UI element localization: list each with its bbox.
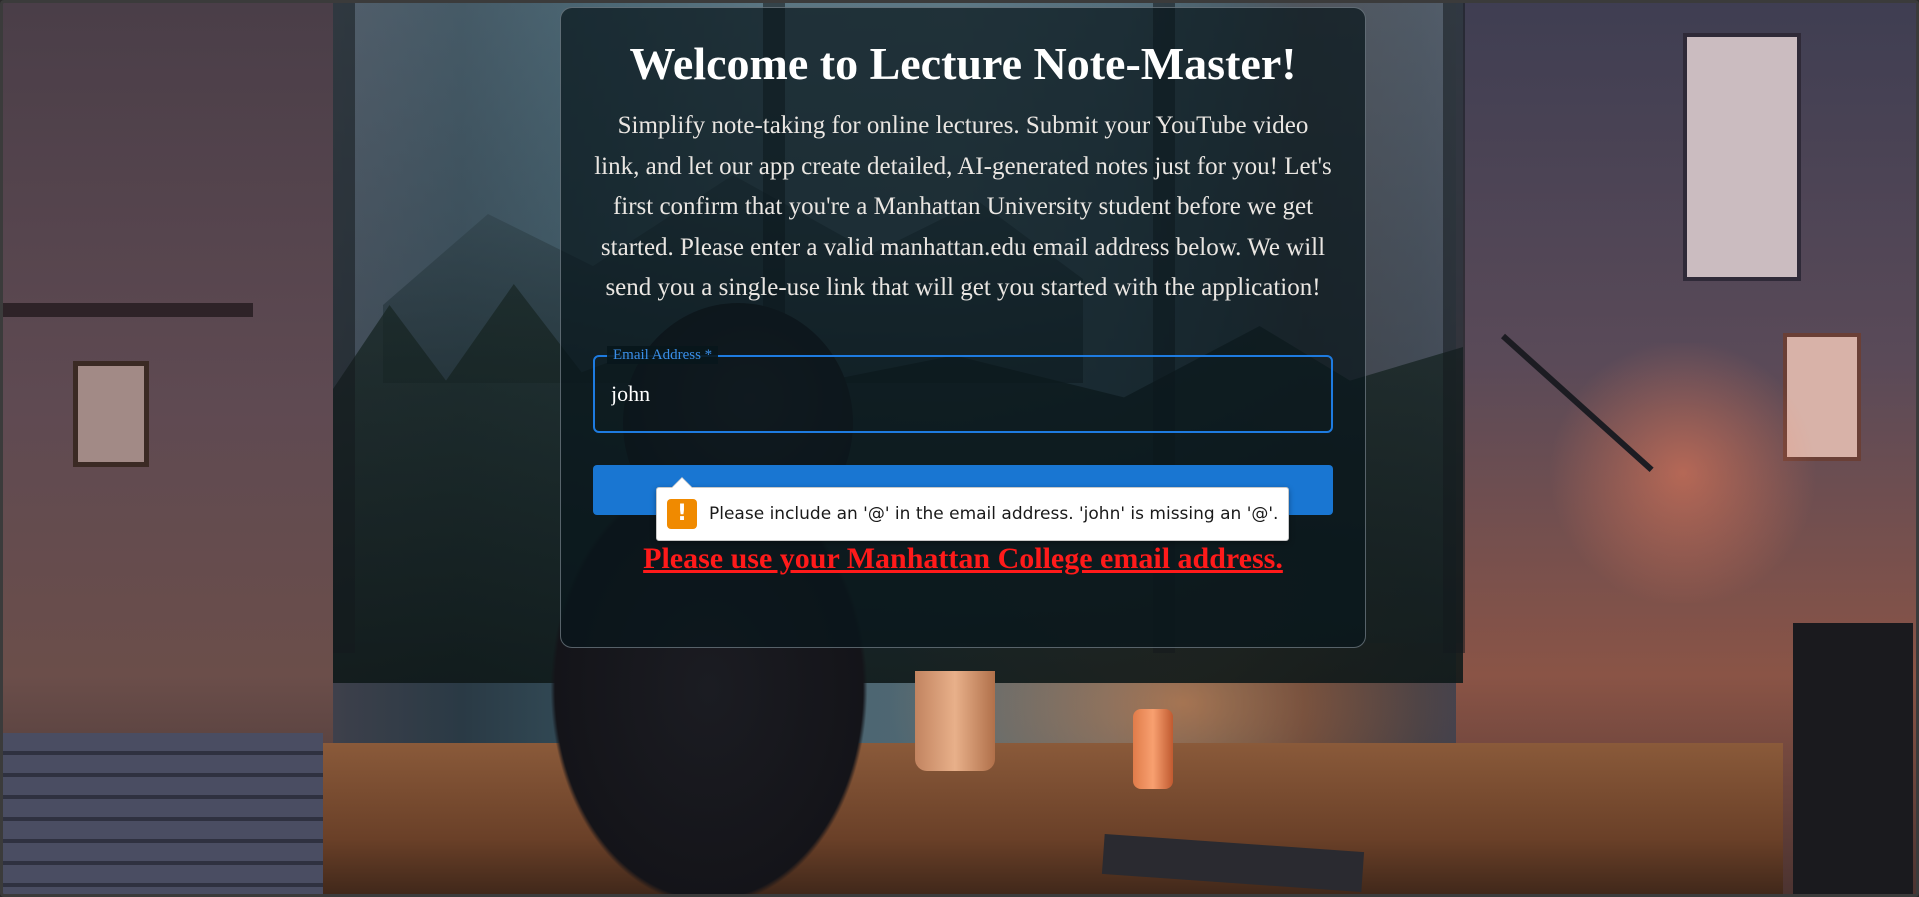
email-domain-warning: Please use your Manhattan College email …	[643, 541, 1283, 575]
signin-card: Welcome to Lecture Note-Master! Simplify…	[560, 7, 1366, 648]
validation-tooltip: ! Please include an '@' in the email add…	[656, 477, 1290, 541]
wall-picture-right	[1683, 33, 1801, 281]
email-field[interactable]: Email Address *	[593, 345, 1333, 433]
window-bar-left	[333, 3, 355, 653]
window-bar-right	[1443, 3, 1465, 653]
pencil-cup	[915, 671, 995, 771]
lamp-glow	[1543, 343, 1823, 603]
wall-shelf	[3, 303, 253, 317]
book-stack	[3, 733, 323, 894]
app-viewport: Welcome to Lecture Note-Master! Simplify…	[0, 0, 1919, 897]
desk-speaker	[1793, 623, 1913, 894]
intro-text: Simplify note-taking for online lectures…	[594, 112, 1332, 301]
email-input[interactable]	[595, 356, 1331, 431]
desk-jar	[1133, 709, 1173, 789]
wall-picture-left	[73, 361, 149, 467]
validation-message: Please include an '@' in the email addre…	[709, 504, 1279, 524]
warning-icon: !	[667, 499, 697, 529]
page-title: Welcome to Lecture Note-Master!	[629, 38, 1297, 89]
